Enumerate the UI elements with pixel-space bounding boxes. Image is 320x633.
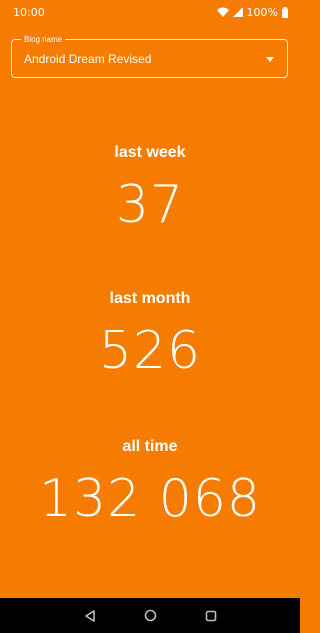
status-icons: 100%: [216, 5, 288, 19]
last-month-label: last month: [109, 290, 191, 307]
chevron-down-icon: [266, 57, 274, 62]
blog-name-dropdown[interactable]: Blog name Android Dream Revised: [11, 34, 288, 78]
recents-icon[interactable]: [205, 610, 217, 622]
status-bar: 10:00 100%: [0, 0, 300, 24]
battery-percent: 100%: [246, 5, 278, 19]
status-time: 10:00: [13, 5, 45, 19]
back-icon[interactable]: [84, 609, 96, 622]
navigation-bar: [0, 598, 300, 633]
wifi-icon: [216, 7, 229, 17]
all-time-label: all time: [122, 438, 178, 455]
signal-icon: [232, 7, 243, 17]
blog-name-label: Blog name: [21, 34, 66, 45]
last-week-value: 37: [115, 175, 185, 235]
blog-name-value: Android Dream Revised: [24, 52, 152, 66]
all-time-value: 132 068: [38, 469, 262, 529]
home-icon[interactable]: [144, 609, 157, 622]
battery-icon: [282, 6, 288, 18]
last-week-label: last week: [114, 144, 186, 161]
last-month-value: 526: [98, 321, 202, 381]
